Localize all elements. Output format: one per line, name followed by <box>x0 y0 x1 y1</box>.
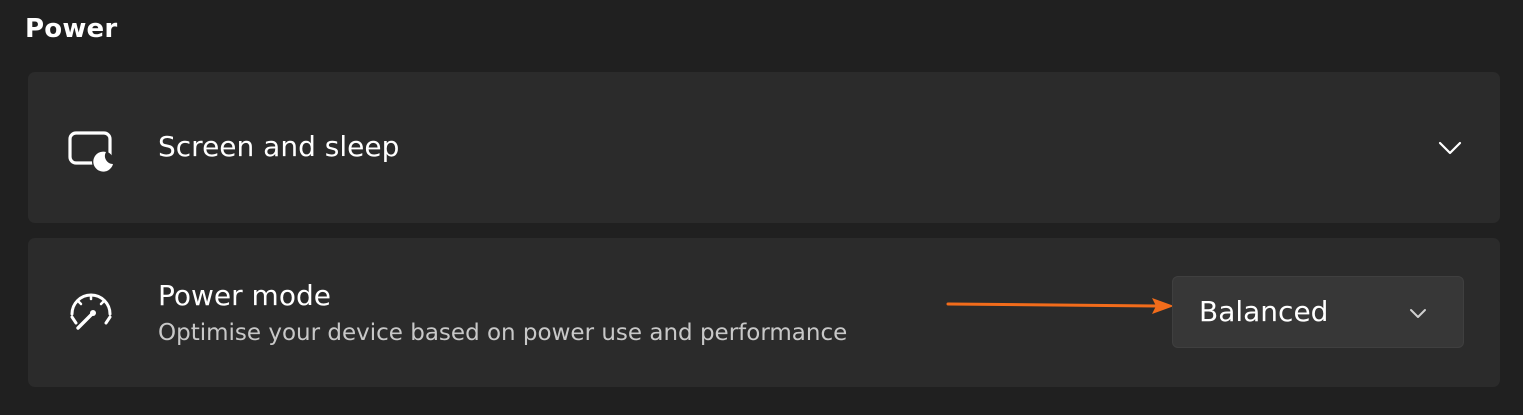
power-mode-selected-value: Balanced <box>1199 295 1329 328</box>
chevron-down-icon[interactable] <box>1436 134 1464 162</box>
section-title: Power <box>25 14 118 44</box>
screen-sleep-icon <box>66 125 116 175</box>
power-settings-page: Power Screen and sleep Power mode Optimi… <box>0 0 1523 415</box>
power-mode-dropdown[interactable]: Balanced <box>1172 276 1464 348</box>
power-mode-description: Optimise your device based on power use … <box>158 320 848 346</box>
power-mode-label: Power mode <box>158 279 331 312</box>
power-gauge-icon <box>66 288 116 338</box>
screen-and-sleep-card[interactable]: Screen and sleep <box>28 72 1500 223</box>
annotation-arrow <box>946 296 1176 316</box>
power-mode-card: Power mode Optimise your device based on… <box>28 238 1500 387</box>
screen-and-sleep-label: Screen and sleep <box>158 130 400 163</box>
chevron-down-icon <box>1407 302 1429 324</box>
